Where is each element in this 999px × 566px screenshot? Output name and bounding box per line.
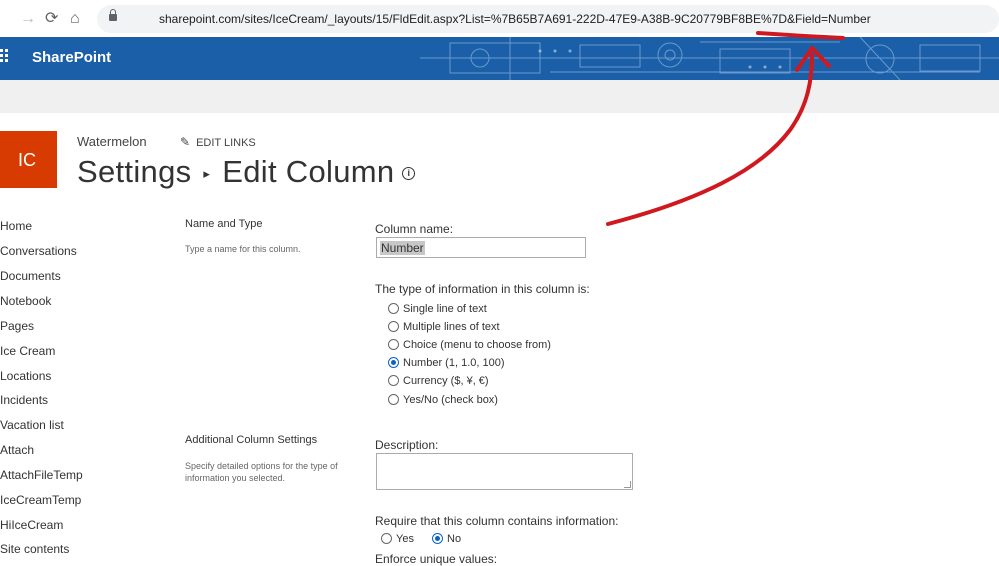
ribbon-bar: [0, 80, 999, 113]
option-label: Single line of text: [403, 303, 487, 315]
option-label: Yes: [396, 533, 414, 545]
column-name-value: Number: [380, 241, 425, 255]
type-option-yes-no[interactable]: Yes/No (check box): [388, 394, 498, 406]
breadcrumb-settings[interactable]: Settings: [77, 154, 191, 189]
option-label: Yes/No (check box): [403, 394, 498, 406]
resize-grip-icon[interactable]: [624, 481, 631, 488]
edit-links-label: EDIT LINKS: [196, 137, 256, 149]
breadcrumb-edit-column: Edit Column: [222, 154, 395, 189]
nav-item-notebook[interactable]: Notebook: [0, 294, 51, 308]
info-icon[interactable]: i: [402, 167, 416, 181]
nav-item-attachfiletemp[interactable]: AttachFileTemp: [0, 468, 83, 482]
nav-item-incidents[interactable]: Incidents: [0, 393, 48, 407]
type-option-currency[interactable]: Currency ($, ¥, €): [388, 375, 489, 387]
home-icon[interactable]: ⌂: [70, 11, 80, 27]
type-option-multiple-lines[interactable]: Multiple lines of text: [388, 321, 500, 333]
breadcrumb-separator-icon: ▸: [203, 165, 211, 181]
url-text: sharepoint.com/sites/IceCream/_layouts/1…: [159, 12, 871, 26]
radio-button[interactable]: [381, 533, 392, 544]
nav-item-ice-cream[interactable]: Ice Cream: [0, 344, 55, 358]
require-option-yes[interactable]: Yes: [381, 533, 414, 545]
pencil-icon: ✎: [180, 135, 191, 149]
column-name-label: Column name:: [375, 222, 454, 236]
edit-links-button[interactable]: ✎ EDIT LINKS: [180, 135, 256, 149]
section-desc-name-type: Type a name for this column.: [185, 244, 301, 254]
browser-toolbar: → ⟳ ⌂ sharepoint.com/sites/IceCream/_lay…: [0, 0, 999, 37]
radio-button[interactable]: [388, 321, 399, 332]
description-label: Description:: [375, 438, 439, 452]
type-label: The type of information in this column i…: [375, 282, 590, 296]
radio-button-selected[interactable]: [388, 357, 399, 368]
site-name-link[interactable]: Watermelon: [77, 134, 147, 149]
nav-item-site-contents[interactable]: Site contents: [0, 542, 69, 556]
type-option-choice[interactable]: Choice (menu to choose from): [388, 339, 551, 351]
description-textarea[interactable]: [376, 453, 633, 490]
brand-label[interactable]: SharePoint: [32, 49, 111, 66]
nav-item-vacation-list[interactable]: Vacation list: [0, 418, 64, 432]
radio-button[interactable]: [388, 303, 399, 314]
nav-item-attach[interactable]: Attach: [0, 443, 34, 457]
nav-item-documents[interactable]: Documents: [0, 269, 61, 283]
radio-button[interactable]: [388, 339, 399, 350]
type-option-number[interactable]: Number (1, 1.0, 100): [388, 357, 505, 369]
forward-icon[interactable]: →: [20, 11, 36, 27]
nav-item-pages[interactable]: Pages: [0, 319, 34, 333]
nav-item-hiicecream[interactable]: HiIceCream: [0, 518, 63, 532]
column-name-input[interactable]: Number: [376, 237, 586, 258]
require-label: Require that this column contains inform…: [375, 514, 619, 528]
section-title-additional: Additional Column Settings: [185, 434, 318, 446]
banner-pattern: [420, 37, 999, 80]
radio-button[interactable]: [388, 394, 399, 405]
unique-values-label: Enforce unique values:: [375, 552, 498, 566]
address-bar[interactable]: sharepoint.com/sites/IceCream/_layouts/1…: [97, 5, 999, 33]
require-option-no[interactable]: No: [432, 533, 461, 545]
suite-bar: SharePoint: [0, 37, 999, 80]
nav-item-icecreamtemp[interactable]: IceCreamTemp: [0, 493, 81, 507]
app-launcher-icon[interactable]: [0, 49, 12, 63]
option-label: Currency ($, ¥, €): [403, 375, 489, 387]
type-option-single-line[interactable]: Single line of text: [388, 303, 487, 315]
option-label: No: [447, 533, 462, 545]
option-label: Number (1, 1.0, 100): [403, 357, 505, 369]
radio-button-selected[interactable]: [432, 533, 443, 544]
nav-item-locations[interactable]: Locations: [0, 369, 51, 383]
section-title-name-type: Name and Type: [185, 218, 263, 230]
option-label: Multiple lines of text: [403, 321, 500, 333]
radio-button[interactable]: [388, 375, 399, 386]
page-title: Settings ▸ Edit Column i: [77, 154, 416, 190]
site-logo-initials: IC: [18, 150, 36, 170]
nav-item-home[interactable]: Home: [0, 219, 32, 233]
lock-icon: [109, 9, 117, 21]
section-desc-additional: Specify detailed options for the type of…: [185, 461, 338, 483]
site-logo[interactable]: IC: [0, 131, 57, 188]
reload-icon[interactable]: ⟳: [45, 11, 58, 27]
option-label: Choice (menu to choose from): [403, 339, 551, 351]
nav-item-conversations[interactable]: Conversations: [0, 244, 77, 258]
